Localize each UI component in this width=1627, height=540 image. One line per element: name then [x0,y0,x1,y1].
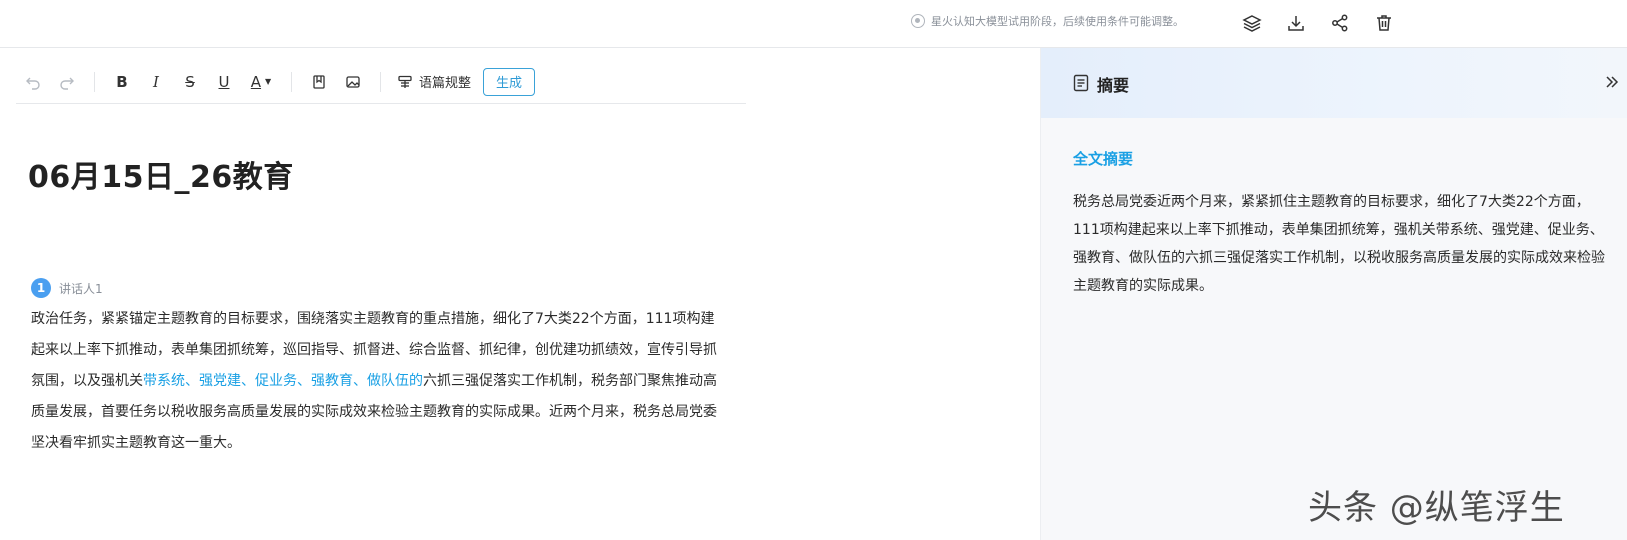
summary-panel-header: 摘要 [1041,48,1627,118]
bold-label: B [116,72,128,91]
summary-panel: 摘要 全文摘要 税务总局党委近两个月来，紧紧抓住主题教育的目标要求，细化了7大类… [1040,48,1627,540]
watermark: 头条 @纵笔浮生 [1308,488,1565,528]
toolbar-divider [94,71,95,92]
font-color-label: A [250,72,262,91]
text-polish-button[interactable]: 语篇规整 [391,72,477,91]
trial-notice-text: 星火认知大模型试用阶段，后续使用条件可能调整。 [931,15,1184,28]
transcript-paragraph[interactable]: 政治任务，紧紧锚定主题教育的目标要求，围绕落实主题教育的重点措施，细化了7大类2… [31,304,726,459]
download-icon [1288,16,1304,31]
image-icon [346,75,360,88]
underline-button[interactable]: U [207,67,241,97]
share-button[interactable] [1325,8,1355,38]
download-button[interactable] [1281,8,1311,38]
strikethrough-button[interactable]: S [173,67,207,97]
undo-button[interactable] [16,67,50,97]
redo-button[interactable] [50,67,84,97]
strikethrough-label: S [185,72,195,91]
toolbar-divider [380,71,381,92]
bold-button[interactable]: B [105,67,139,97]
document-title[interactable]: 06月15日_26教育 [28,152,294,196]
generate-button[interactable]: 生成 [483,67,536,96]
bookmark-button[interactable] [302,67,336,97]
italic-label: I [153,72,159,91]
layers-icon [1242,15,1262,32]
summary-panel-title: 摘要 [1097,76,1130,95]
summary-heading: 全文摘要 [1073,150,1134,168]
polish-icon [398,75,412,88]
trial-notice: 星火认知大模型试用阶段，后续使用条件可能调整。 [911,12,1184,30]
undo-icon [26,77,40,90]
transcript-highlight: 带系统、强党建、促业务、强教育、做队伍的 [143,373,423,389]
trash-icon [1377,15,1391,31]
editor-area: B I S U A ▼ 语篇规整 生成 06月15日_26教育 1 讲话人1 政… [0,48,1040,540]
bookmark-icon [313,74,325,89]
editor-toolbar: B I S U A ▼ 语篇规整 生成 [16,60,746,104]
spark-icon [911,14,925,28]
delete-button[interactable] [1369,8,1399,38]
toolbar-divider [291,71,292,92]
speaker-name[interactable]: 讲话人1 [59,280,103,297]
summary-text: 税务总局党委近两个月来，紧紧抓住主题教育的目标要求，细化了7大类22个方面，11… [1073,194,1605,294]
speaker-label: 1 讲话人1 [31,278,103,298]
image-button[interactable] [336,67,370,97]
collapse-panel-button[interactable] [1600,70,1624,94]
font-color-button[interactable]: A ▼ [241,67,281,97]
double-chevron-right-icon [1606,76,1619,88]
top-bar: 星火认知大模型试用阶段，后续使用条件可能调整。 [0,0,1627,48]
text-polish-label: 语篇规整 [419,76,472,91]
share-icon [1332,14,1348,32]
underline-label: U [218,72,230,91]
redo-icon [60,77,74,90]
document-icon [1073,74,1089,92]
caret-down-icon: ▼ [265,77,272,86]
layers-button[interactable] [1237,8,1267,38]
top-actions [1237,8,1399,38]
speaker-number-badge: 1 [31,278,51,298]
italic-button[interactable]: I [139,67,173,97]
